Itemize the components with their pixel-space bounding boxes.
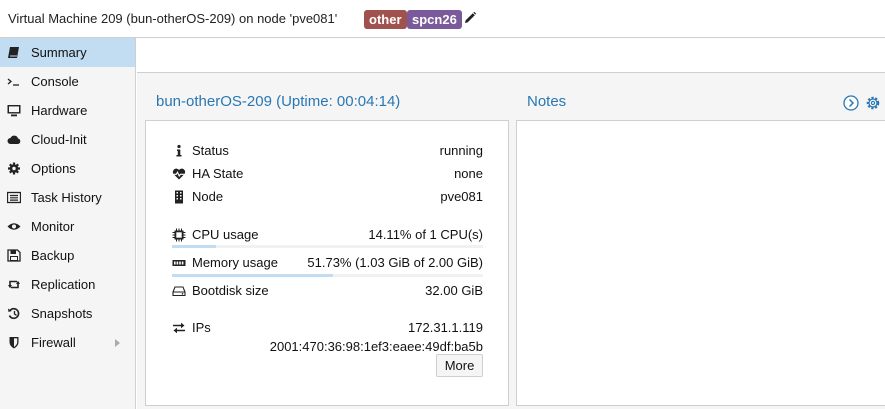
sidebar-item-task-history[interactable]: Task History <box>0 183 135 212</box>
sidebar-item-backup[interactable]: Backup <box>0 241 135 270</box>
sidebar-item-label: Monitor <box>31 219 75 234</box>
memory-usage-row: Memory usage 51.73% (1.03 GiB of 2.00 Gi… <box>172 254 483 272</box>
chevron-right-icon[interactable] <box>115 339 120 347</box>
tag-other[interactable]: other <box>364 10 407 29</box>
shield-icon <box>9 337 19 349</box>
sidebar-item-label: Hardware <box>31 103 88 118</box>
book-icon <box>8 47 19 58</box>
tag-spcn26[interactable]: spcn26 <box>407 10 462 29</box>
sidebar: Summary Console Hardware Cloud-Init Opti… <box>0 38 136 409</box>
cpu-usage-bar-fill <box>172 245 216 248</box>
ha-state-label: HA State <box>192 166 244 181</box>
history-icon <box>8 307 20 320</box>
retweet-icon <box>8 280 20 289</box>
memory-usage-bar <box>172 274 483 277</box>
content-area: bun-otherOS-209 (Uptime: 00:04:14) Statu… <box>137 38 885 409</box>
notes-panel-title: Notes <box>527 93 567 110</box>
more-button[interactable]: More <box>436 354 483 377</box>
eye-icon <box>7 223 21 230</box>
cpu-usage-bar <box>172 245 483 248</box>
info-icon <box>176 144 182 157</box>
exchange-icon <box>173 322 185 334</box>
bootdisk-row: Bootdisk size 32.00 GiB <box>172 282 483 300</box>
heartbeat-icon <box>172 168 186 180</box>
notes-tools <box>843 95 880 111</box>
sidebar-item-options[interactable]: Options <box>0 154 135 183</box>
sidebar-item-label: Summary <box>31 45 87 60</box>
status-panel-body: Status running HA State none Node pve081… <box>145 120 509 406</box>
sidebar-item-label: Snapshots <box>31 306 93 321</box>
memory-usage-value: 51.73% (1.03 GiB of 2.00 GiB) <box>307 255 483 270</box>
hdd-icon <box>172 286 186 297</box>
sidebar-item-label: Firewall <box>31 335 76 350</box>
status-label: Status <box>192 143 229 158</box>
header-bar: Virtual Machine 209 (bun-otherOS-209) on… <box>0 0 885 38</box>
sidebar-item-cloud-init[interactable]: Cloud-Init <box>0 125 135 154</box>
sidebar-item-monitor[interactable]: Monitor <box>0 212 135 241</box>
page-title: Virtual Machine 209 (bun-otherOS-209) on… <box>8 11 338 26</box>
gear-icon[interactable] <box>866 96 880 110</box>
monitor-icon <box>7 105 21 117</box>
memory-usage-bar-fill <box>172 274 333 277</box>
sidebar-item-hardware[interactable]: Hardware <box>0 96 135 125</box>
building-icon <box>175 190 183 204</box>
ips-label: IPs <box>192 320 211 335</box>
bootdisk-label: Bootdisk size <box>192 283 269 298</box>
sidebar-item-label: Backup <box>31 248 75 263</box>
sidebar-item-summary[interactable]: Summary <box>0 38 135 67</box>
gear-icon <box>8 162 20 175</box>
status-row: Status running <box>172 142 483 160</box>
notes-panel-body[interactable] <box>516 120 885 406</box>
cpu-usage-label: CPU usage <box>192 227 259 242</box>
sidebar-item-label: Options <box>31 161 76 176</box>
ha-state-value: none <box>454 166 483 181</box>
node-row: Node pve081 <box>172 188 483 206</box>
pencil-icon[interactable] <box>463 11 477 25</box>
sidebar-item-console[interactable]: Console <box>0 67 135 96</box>
sidebar-item-replication[interactable]: Replication <box>0 270 135 299</box>
memory-icon <box>172 260 186 266</box>
sidebar-item-label: Cloud-Init <box>31 132 87 147</box>
sidebar-item-firewall[interactable]: Firewall <box>0 328 135 357</box>
memory-usage-label: Memory usage <box>192 255 278 270</box>
cpu-icon <box>172 228 186 242</box>
list-icon <box>7 191 21 204</box>
toolbar <box>137 38 885 73</box>
status-panel-title: bun-otherOS-209 (Uptime: 00:04:14) <box>156 93 401 110</box>
notes-panel: Notes <box>516 85 885 406</box>
ips-row: IPs 172.31.1.119 <box>172 319 483 337</box>
bootdisk-value: 32.00 GiB <box>425 283 483 298</box>
ipv6-value: 2001:470:36:98:1ef3:eaee:49df:ba5b <box>269 339 483 354</box>
ha-state-row: HA State none <box>172 165 483 183</box>
status-value: running <box>439 143 483 158</box>
expand-icon[interactable] <box>843 95 859 111</box>
terminal-icon <box>7 78 19 86</box>
cpu-usage-value: 14.11% of 1 CPU(s) <box>368 227 483 242</box>
cpu-usage-row: CPU usage 14.11% of 1 CPU(s) <box>172 226 483 244</box>
sidebar-item-label: Console <box>31 74 79 89</box>
sidebar-item-snapshots[interactable]: Snapshots <box>0 299 135 328</box>
sidebar-item-label: Replication <box>31 277 96 292</box>
node-value: pve081 <box>440 189 483 204</box>
floppy-icon <box>7 249 21 262</box>
node-label: Node <box>192 189 224 204</box>
ipv4-value: 172.31.1.119 <box>408 320 483 335</box>
status-panel: bun-otherOS-209 (Uptime: 00:04:14) Statu… <box>145 85 509 406</box>
sidebar-item-label: Task History <box>31 190 102 205</box>
cloud-icon <box>7 135 21 144</box>
